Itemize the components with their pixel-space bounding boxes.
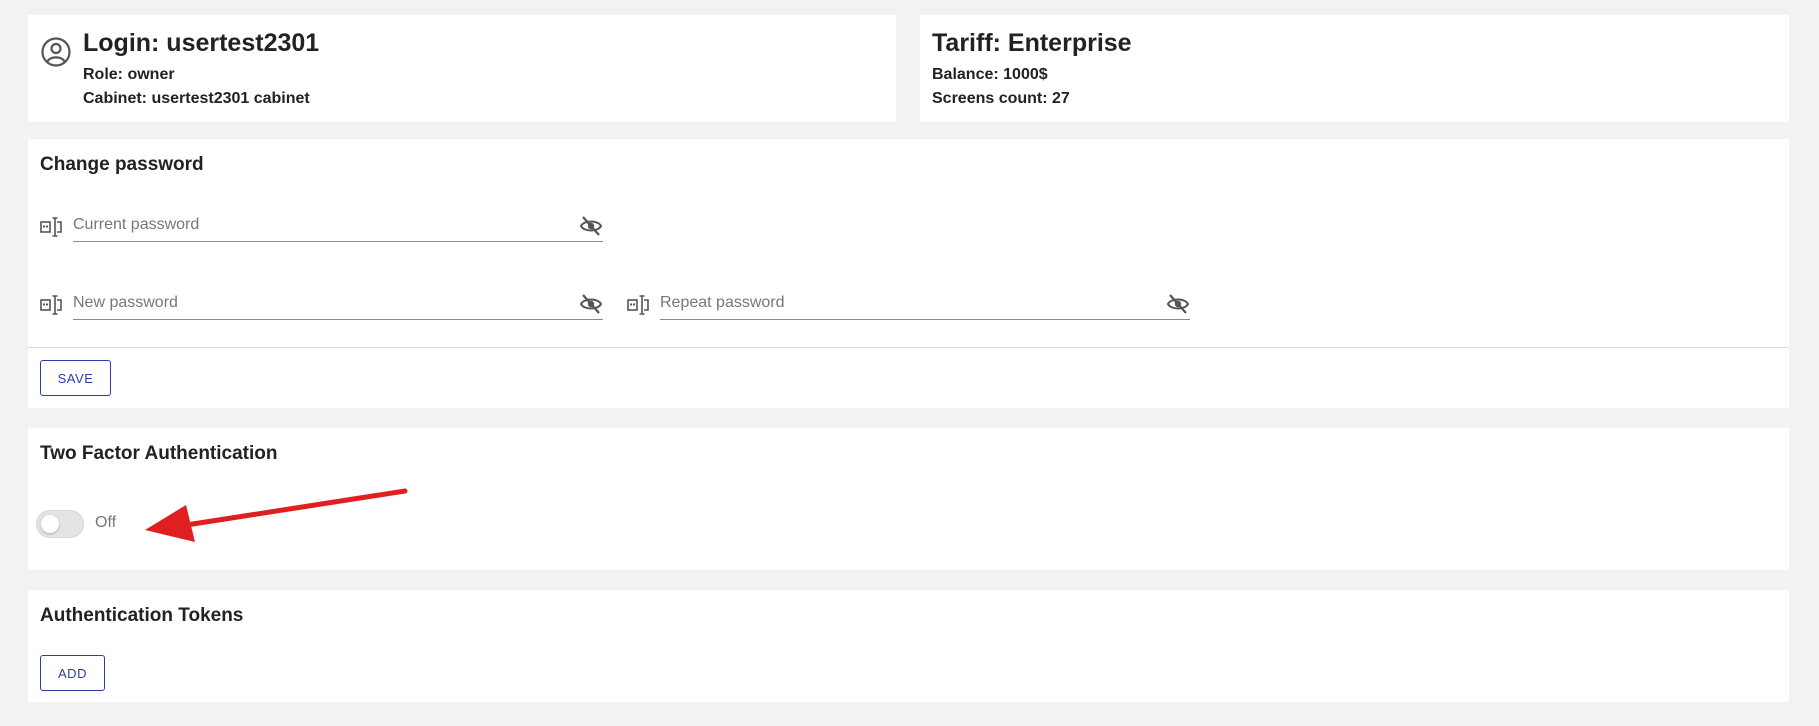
new-password-underline (73, 289, 603, 320)
user-info-card: Login: usertest2301 Role: owner Cabinet:… (28, 15, 896, 122)
tariff-info-card: Tariff: Enterprise Balance: 1000$ Screen… (920, 15, 1789, 122)
change-password-title: Change password (40, 154, 204, 175)
eye-off-icon[interactable] (1166, 293, 1190, 315)
balance-text: Balance: 1000$ (932, 66, 1048, 83)
repeat-password-input[interactable] (660, 289, 1140, 317)
red-arrow-icon (145, 488, 408, 542)
add-token-button[interactable]: ADD (40, 655, 105, 691)
login-title: Login: usertest2301 (83, 29, 320, 57)
repeat-password-underline (660, 289, 1190, 320)
section-divider (28, 347, 1789, 348)
new-password-input[interactable] (73, 289, 553, 317)
current-password-underline (73, 211, 603, 242)
two-factor-title: Two Factor Authentication (40, 443, 278, 464)
screens-count-text: Screens count: 27 (932, 90, 1070, 107)
auth-tokens-section: Authentication Tokens ADD (28, 590, 1789, 702)
password-field-icon (40, 217, 62, 237)
toggle-knob (41, 515, 59, 533)
password-field-icon (627, 295, 649, 315)
eye-off-icon[interactable] (579, 215, 603, 237)
tariff-title: Tariff: Enterprise (932, 29, 1132, 57)
user-circle-icon (41, 37, 71, 67)
password-field-icon (40, 295, 62, 315)
role-text: Role: owner (83, 66, 175, 83)
auth-tokens-title: Authentication Tokens (40, 605, 244, 626)
account-settings-page: Login: usertest2301 Role: owner Cabinet:… (0, 0, 1819, 726)
cabinet-text: Cabinet: usertest2301 cabinet (83, 90, 310, 107)
current-password-input[interactable] (73, 211, 553, 239)
two-factor-state-label: Off (95, 514, 117, 531)
two-factor-toggle[interactable] (36, 510, 84, 538)
change-password-section: Change password SAVE (28, 139, 1789, 408)
eye-off-icon[interactable] (579, 293, 603, 315)
save-button[interactable]: SAVE (40, 360, 111, 396)
